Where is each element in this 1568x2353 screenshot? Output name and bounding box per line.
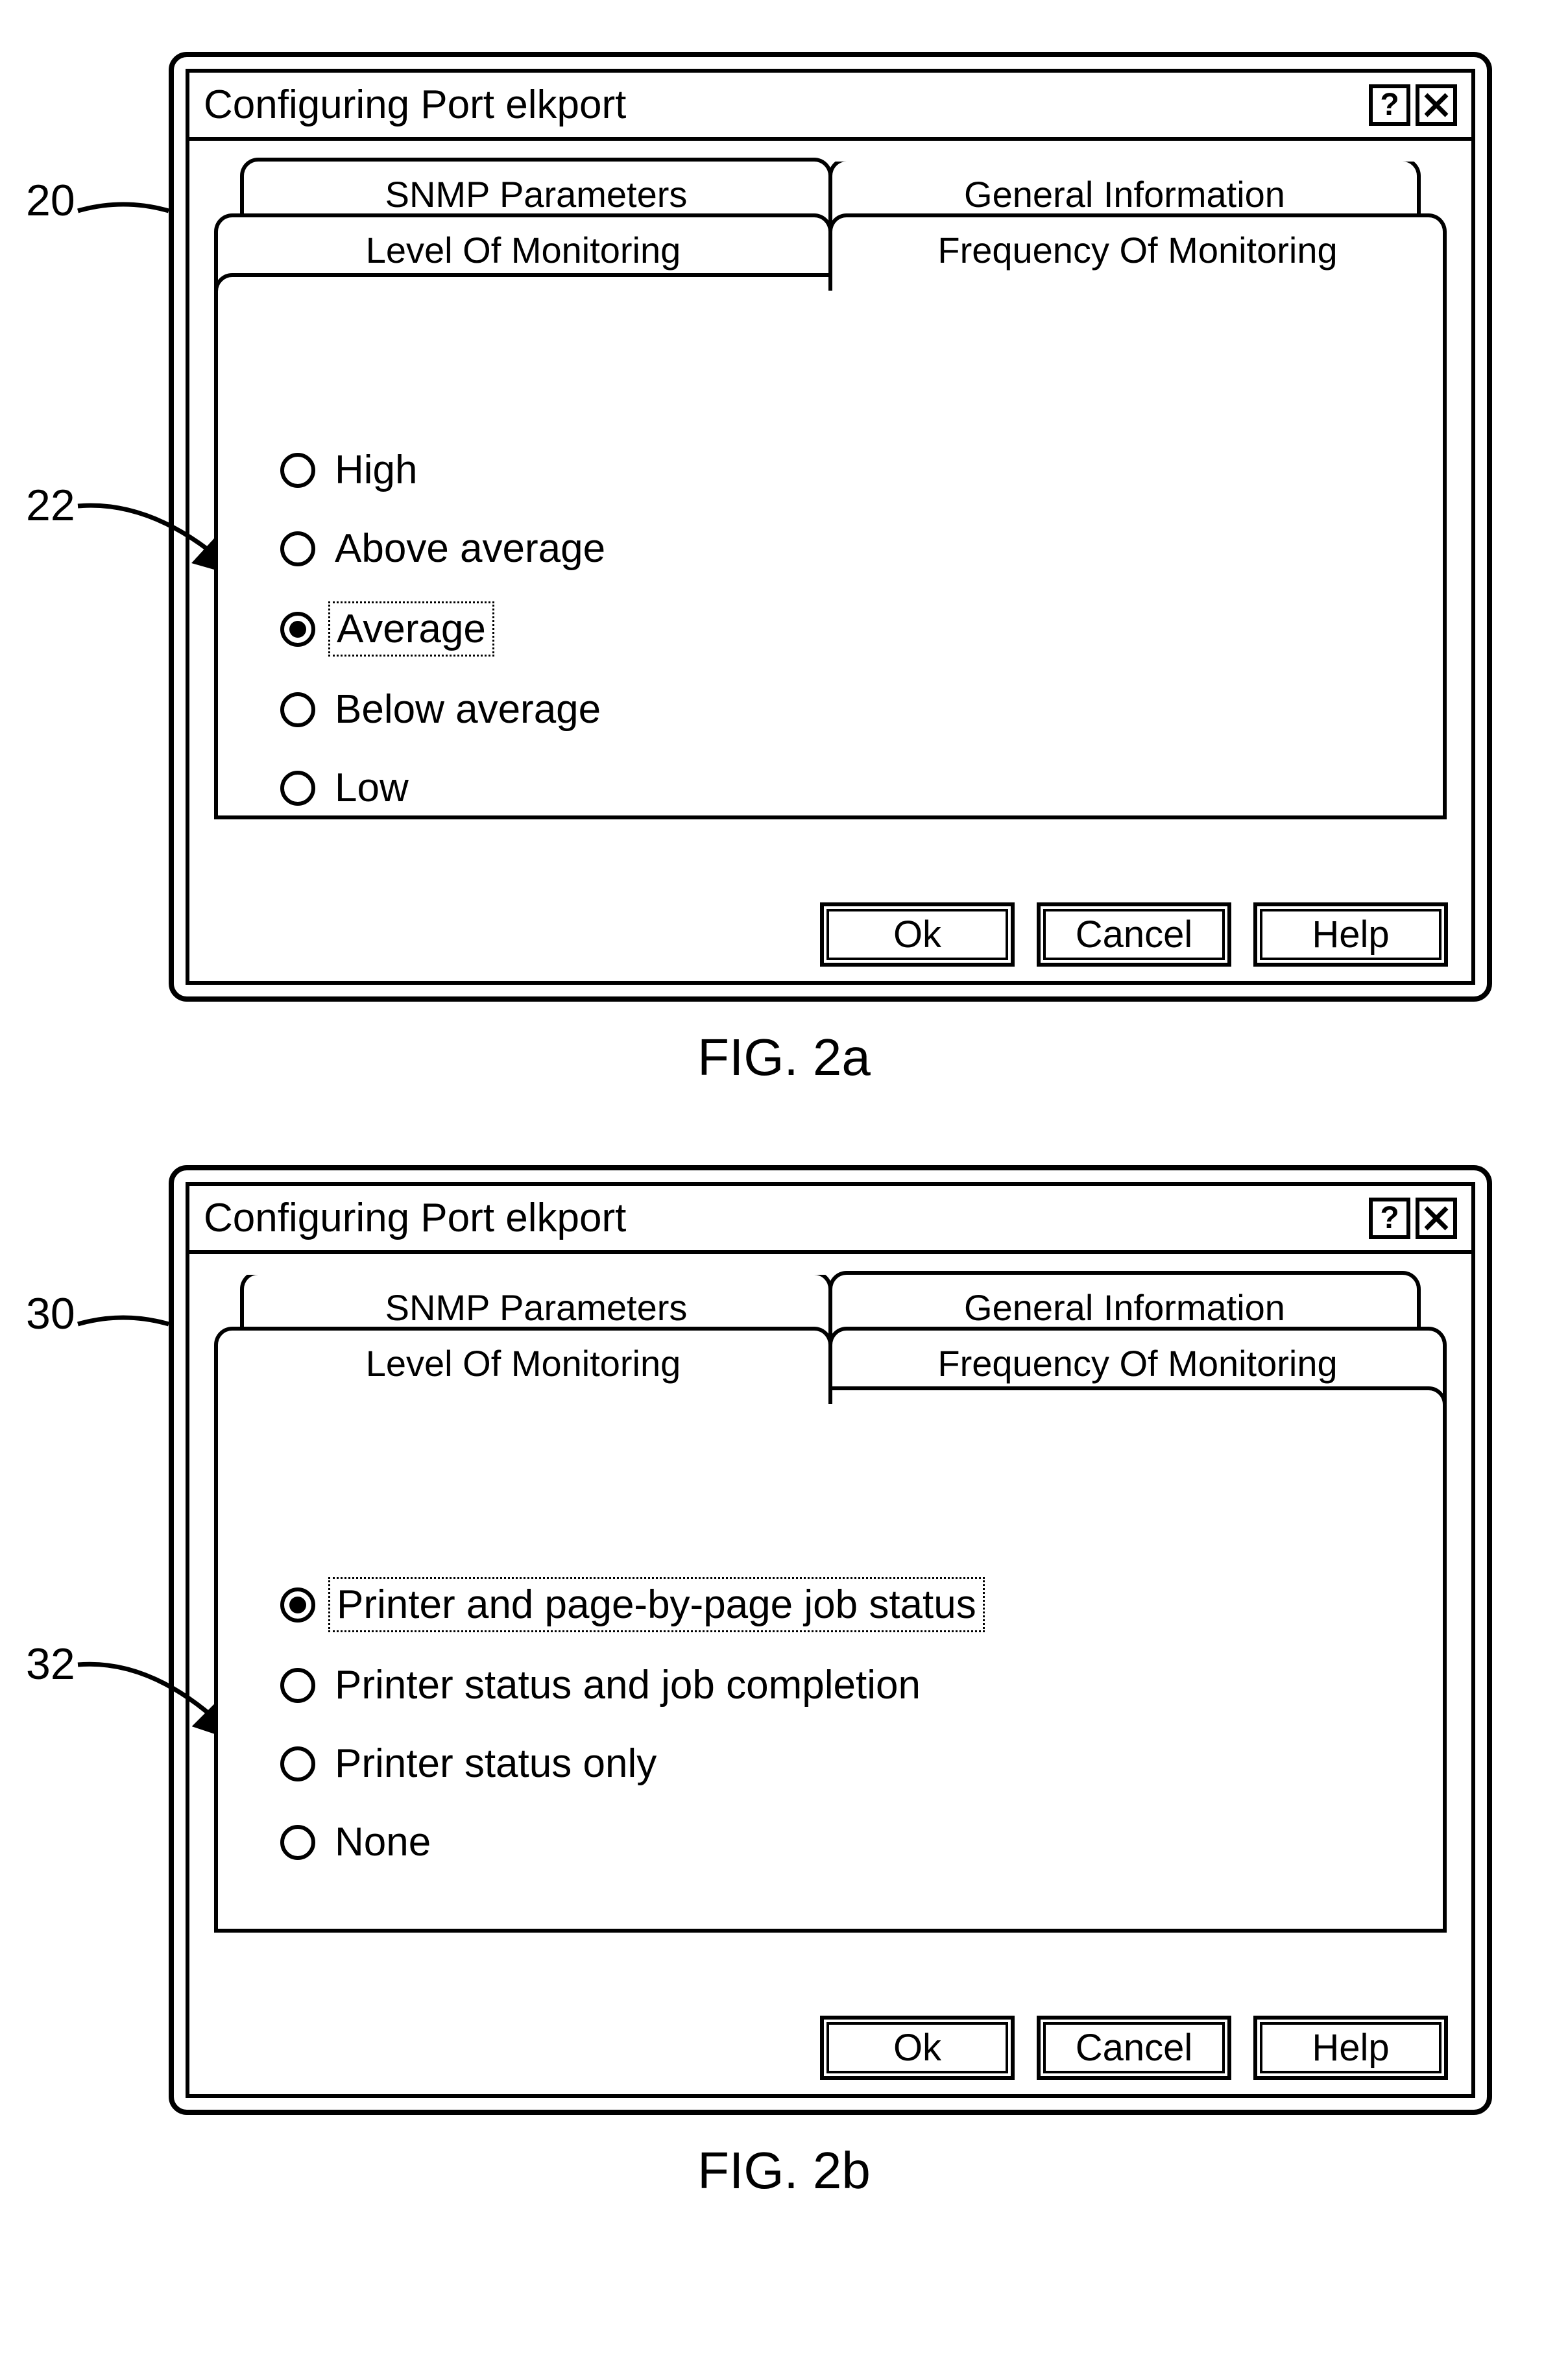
radio-icon	[280, 453, 315, 488]
frequency-radio-group: High Above average Average	[228, 378, 1432, 847]
help-icon[interactable]: ?	[1369, 84, 1410, 126]
help-button[interactable]: Help	[1253, 902, 1448, 967]
help-button[interactable]: Help	[1253, 2016, 1448, 2080]
radio-above-average[interactable]: Above average	[280, 523, 1426, 574]
radio-label: Low	[328, 762, 415, 814]
dialog-button-row: Ok Cancel Help	[209, 902, 1452, 967]
radio-icon	[280, 1587, 315, 1623]
radio-label: Printer status only	[328, 1738, 663, 1789]
radio-label: Above average	[328, 523, 612, 574]
callout-20: 20	[26, 175, 75, 226]
dialog-content: SNMP Parameters General Information Leve…	[189, 1254, 1471, 2094]
window-title: Configuring Port elkport	[204, 1195, 626, 1241]
dialog-inner-frame: Configuring Port elkport ? SNMP Paramete…	[186, 69, 1475, 985]
callout-20-leader	[78, 198, 182, 224]
figure-caption: FIG. 2a	[26, 1028, 1542, 1087]
tab-panel-body: Printer and page-by-page job status Prin…	[209, 1466, 1452, 1997]
cancel-button[interactable]: Cancel	[1037, 2016, 1231, 2080]
ok-button[interactable]: Ok	[820, 2016, 1015, 2080]
tabs: SNMP Parameters General Information Leve…	[214, 158, 1447, 352]
radio-printer-status-only[interactable]: Printer status only	[280, 1738, 1426, 1789]
radio-label: Average	[328, 601, 494, 657]
radio-icon	[280, 1825, 315, 1860]
radio-icon	[280, 1746, 315, 1781]
figure-2a: 20 22 Configuring Port elkport ?	[26, 52, 1542, 1087]
titlebar: Configuring Port elkport ?	[189, 73, 1471, 141]
callout-30: 30	[26, 1288, 75, 1339]
dialog-outer-frame: Configuring Port elkport ? SNMP Paramete…	[169, 1165, 1492, 2115]
window-title: Configuring Port elkport	[204, 82, 626, 128]
dialog-button-row: Ok Cancel Help	[209, 2016, 1452, 2080]
titlebar-buttons: ?	[1369, 84, 1457, 126]
help-icon[interactable]: ?	[1369, 1198, 1410, 1239]
cancel-button[interactable]: Cancel	[1037, 902, 1231, 967]
callout-22: 22	[26, 480, 75, 531]
level-radio-group: Printer and page-by-page job status Prin…	[228, 1491, 1432, 1901]
radio-printer-and-page-by-page[interactable]: Printer and page-by-page job status	[280, 1577, 1426, 1632]
radio-none[interactable]: None	[280, 1816, 1426, 1868]
radio-label: High	[328, 444, 424, 496]
radio-icon	[280, 612, 315, 647]
radio-label: Below average	[328, 684, 607, 735]
tabs: SNMP Parameters General Information Leve…	[214, 1271, 1447, 1466]
radio-label: None	[328, 1816, 437, 1868]
radio-icon	[280, 771, 315, 806]
radio-high[interactable]: High	[280, 444, 1426, 496]
ok-button[interactable]: Ok	[820, 902, 1015, 967]
figure-2b: 30 32 Configuring Port elkport ?	[26, 1165, 1542, 2201]
dialog-inner-frame: Configuring Port elkport ? SNMP Paramete…	[186, 1182, 1475, 2098]
dialog-content: SNMP Parameters General Information Leve…	[189, 141, 1471, 981]
tab-frequency-of-monitoring[interactable]: Frequency Of Monitoring	[828, 213, 1447, 291]
close-icon[interactable]	[1416, 84, 1457, 126]
figure-caption: FIG. 2b	[26, 2141, 1542, 2201]
radio-below-average[interactable]: Below average	[280, 684, 1426, 735]
dialog-outer-frame: Configuring Port elkport ? SNMP Paramete…	[169, 52, 1492, 1002]
radio-average[interactable]: Average	[280, 601, 1426, 657]
radio-printer-and-job-completion[interactable]: Printer status and job completion	[280, 1659, 1426, 1711]
radio-label: Printer and page-by-page job status	[328, 1577, 985, 1632]
tab-panel-body: High Above average Average	[209, 352, 1452, 884]
radio-icon	[280, 1668, 315, 1703]
titlebar: Configuring Port elkport ?	[189, 1186, 1471, 1254]
titlebar-buttons: ?	[1369, 1198, 1457, 1239]
tab-level-of-monitoring[interactable]: Level Of Monitoring	[214, 1327, 832, 1404]
close-icon[interactable]	[1416, 1198, 1457, 1239]
callout-30-leader	[78, 1311, 182, 1337]
radio-label: Printer status and job completion	[328, 1659, 927, 1711]
radio-icon	[280, 531, 315, 566]
callout-32: 32	[26, 1639, 75, 1689]
radio-icon	[280, 692, 315, 727]
radio-low[interactable]: Low	[280, 762, 1426, 814]
